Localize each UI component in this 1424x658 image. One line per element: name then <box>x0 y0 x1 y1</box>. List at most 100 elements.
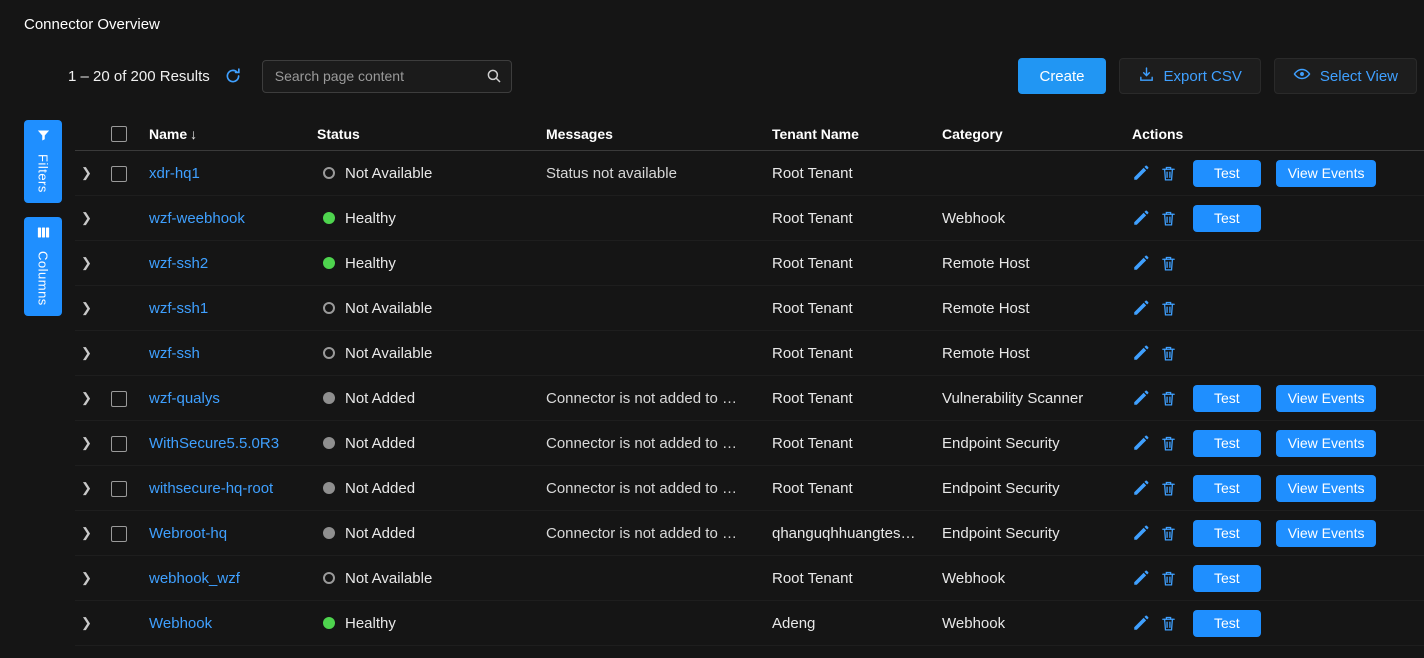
row-checkbox[interactable] <box>111 166 127 182</box>
filter-icon <box>36 128 51 148</box>
edit-icon[interactable] <box>1132 479 1150 497</box>
table-row: ❯ WithSecure5.5.0R3 Not Added Connector … <box>75 421 1424 466</box>
edit-icon[interactable] <box>1132 344 1150 362</box>
delete-icon[interactable] <box>1160 345 1177 362</box>
tenant-name: qhanguqhhuangtes… <box>768 525 938 542</box>
status-text: Not Available <box>345 300 432 317</box>
test-button[interactable]: Test <box>1193 160 1261 187</box>
create-button[interactable]: Create <box>1018 58 1105 94</box>
view-events-button[interactable]: View Events <box>1276 430 1377 457</box>
connector-name-link[interactable]: wzf-ssh <box>149 345 200 362</box>
expand-chevron-icon[interactable]: ❯ <box>79 478 94 498</box>
row-checkbox[interactable] <box>111 436 127 452</box>
test-button[interactable]: Test <box>1193 430 1261 457</box>
view-events-button[interactable]: View Events <box>1276 160 1377 187</box>
select-view-button[interactable]: Select View <box>1274 58 1417 94</box>
delete-icon[interactable] <box>1160 480 1177 497</box>
test-button[interactable]: Test <box>1193 205 1261 232</box>
expand-chevron-icon[interactable]: ❯ <box>79 163 94 183</box>
edit-icon[interactable] <box>1132 164 1150 182</box>
test-button[interactable]: Test <box>1193 565 1261 592</box>
expand-chevron-icon[interactable]: ❯ <box>79 568 94 588</box>
edit-icon[interactable] <box>1132 524 1150 542</box>
row-checkbox[interactable] <box>111 481 127 497</box>
table-row: ❯ wzf-weebhook Healthy Root Tenant Webho… <box>75 196 1424 241</box>
test-button[interactable]: Test <box>1193 475 1261 502</box>
delete-icon[interactable] <box>1160 390 1177 407</box>
sort-descending-icon[interactable]: ↓ <box>190 126 197 142</box>
table-row: ❯ wzf-ssh Not Available Root Tenant Remo… <box>75 331 1424 376</box>
edit-icon[interactable] <box>1132 434 1150 452</box>
header-category[interactable]: Category <box>938 126 1128 142</box>
expand-chevron-icon[interactable]: ❯ <box>79 298 94 318</box>
tenant-name: Root Tenant <box>768 435 938 452</box>
edit-icon[interactable] <box>1132 614 1150 632</box>
tenant-name: Root Tenant <box>768 345 938 362</box>
category: Webhook <box>938 570 1128 587</box>
connector-name-link[interactable]: Webroot-hq <box>149 525 227 542</box>
edit-icon[interactable] <box>1132 299 1150 317</box>
row-checkbox[interactable] <box>111 526 127 542</box>
view-events-button[interactable]: View Events <box>1276 385 1377 412</box>
table-row: ❯ xdr-hq1 Not Available Status not avail… <box>75 151 1424 196</box>
columns-icon <box>36 225 51 245</box>
connector-name-link[interactable]: withsecure-hq-root <box>149 480 273 497</box>
refresh-icon[interactable] <box>224 67 242 85</box>
expand-chevron-icon[interactable]: ❯ <box>79 613 94 633</box>
delete-icon[interactable] <box>1160 300 1177 317</box>
delete-icon[interactable] <box>1160 525 1177 542</box>
connector-name-link[interactable]: xdr-hq1 <box>149 165 200 182</box>
delete-icon[interactable] <box>1160 165 1177 182</box>
status-dot-icon <box>323 347 335 359</box>
test-button[interactable]: Test <box>1193 385 1261 412</box>
expand-chevron-icon[interactable]: ❯ <box>79 433 94 453</box>
expand-chevron-icon[interactable]: ❯ <box>79 253 94 273</box>
test-button[interactable]: Test <box>1193 520 1261 547</box>
connector-name-link[interactable]: webhook_wzf <box>149 570 240 587</box>
columns-tab[interactable]: Columns <box>24 217 62 316</box>
header-tenant-name[interactable]: Tenant Name <box>768 126 938 142</box>
tenant-name: Adeng <box>768 615 938 632</box>
category: Vulnerability Scanner <box>938 390 1128 407</box>
expand-chevron-icon[interactable]: ❯ <box>79 208 94 228</box>
row-checkbox[interactable] <box>111 391 127 407</box>
header-name[interactable]: Name↓ <box>145 126 313 142</box>
header-status[interactable]: Status <box>313 126 542 142</box>
connector-name-link[interactable]: WithSecure5.5.0R3 <box>149 435 279 452</box>
view-events-button[interactable]: View Events <box>1276 520 1377 547</box>
status-text: Not Available <box>345 165 432 182</box>
connector-name-link[interactable]: wzf-qualys <box>149 390 220 407</box>
expand-chevron-icon[interactable]: ❯ <box>79 343 94 363</box>
status-dot-icon <box>323 392 335 404</box>
edit-icon[interactable] <box>1132 569 1150 587</box>
delete-icon[interactable] <box>1160 435 1177 452</box>
expand-chevron-icon[interactable]: ❯ <box>79 388 94 408</box>
test-button[interactable]: Test <box>1193 610 1261 637</box>
edit-icon[interactable] <box>1132 254 1150 272</box>
edit-icon[interactable] <box>1132 389 1150 407</box>
status-dot-icon <box>323 302 335 314</box>
view-events-button[interactable]: View Events <box>1276 475 1377 502</box>
status-dot-icon <box>323 527 335 539</box>
delete-icon[interactable] <box>1160 570 1177 587</box>
edit-icon[interactable] <box>1132 209 1150 227</box>
filters-tab[interactable]: Filters <box>24 120 62 203</box>
status-text: Healthy <box>345 615 396 632</box>
status-text: Healthy <box>345 210 396 227</box>
delete-icon[interactable] <box>1160 210 1177 227</box>
search-input[interactable] <box>262 60 512 93</box>
delete-icon[interactable] <box>1160 255 1177 272</box>
header-messages[interactable]: Messages <box>542 126 768 142</box>
status-text: Not Added <box>345 390 415 407</box>
delete-icon[interactable] <box>1160 615 1177 632</box>
eye-icon <box>1293 65 1311 87</box>
connector-name-link[interactable]: wzf-ssh2 <box>149 255 208 272</box>
expand-chevron-icon[interactable]: ❯ <box>79 523 94 543</box>
connector-name-link[interactable]: Webhook <box>149 615 212 632</box>
status-text: Not Added <box>345 525 415 542</box>
connector-name-link[interactable]: wzf-weebhook <box>149 210 245 227</box>
header-checkbox-cell <box>107 125 145 142</box>
connector-name-link[interactable]: wzf-ssh1 <box>149 300 208 317</box>
export-csv-button[interactable]: Export CSV <box>1119 58 1261 94</box>
select-all-checkbox[interactable] <box>111 126 127 142</box>
